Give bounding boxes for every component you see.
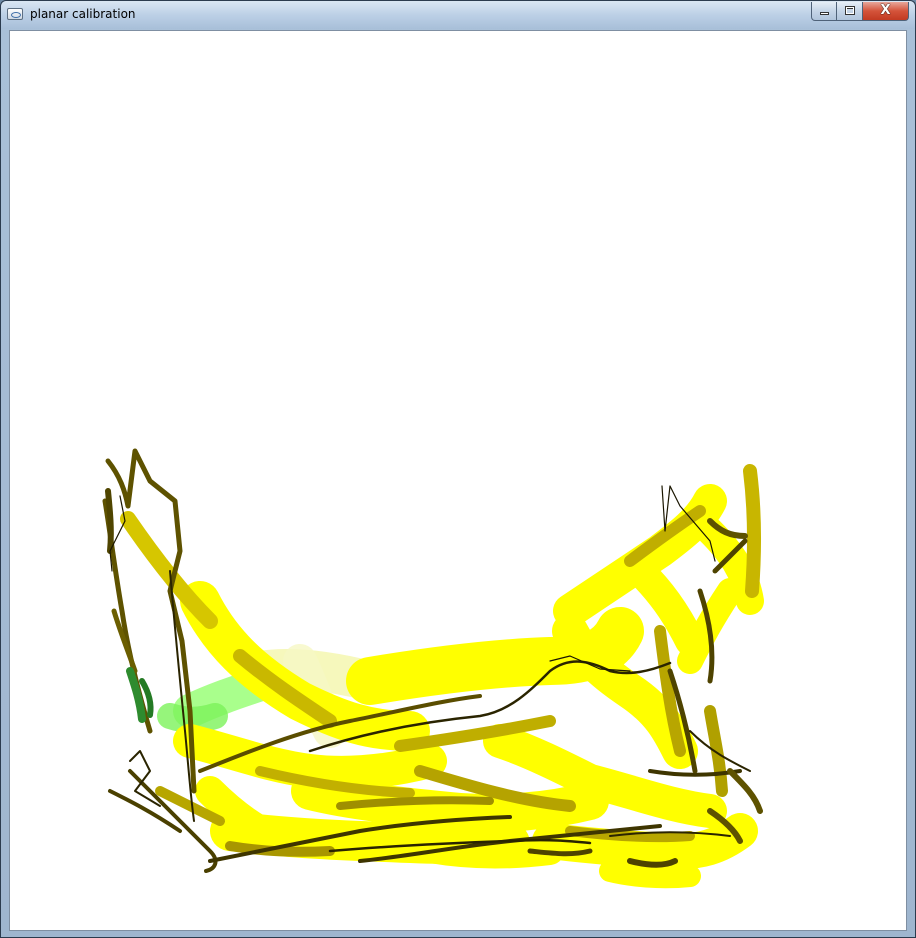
calibration-drawing (102, 448, 764, 889)
window-title: planar calibration (30, 7, 136, 21)
close-button[interactable]: X (863, 2, 909, 21)
calibration-canvas[interactable] (9, 30, 907, 931)
close-icon: X (880, 3, 891, 18)
maximize-icon (845, 6, 855, 15)
minimize-icon (820, 12, 829, 15)
application-window: planar calibration X (0, 0, 916, 938)
caption-buttons: X (811, 2, 909, 22)
title-bar[interactable]: planar calibration X (1, 1, 915, 29)
app-window-icon[interactable] (7, 8, 23, 20)
maximize-button[interactable] (837, 2, 863, 21)
dark-green-strokes (126, 667, 154, 723)
minimize-button[interactable] (811, 2, 837, 21)
